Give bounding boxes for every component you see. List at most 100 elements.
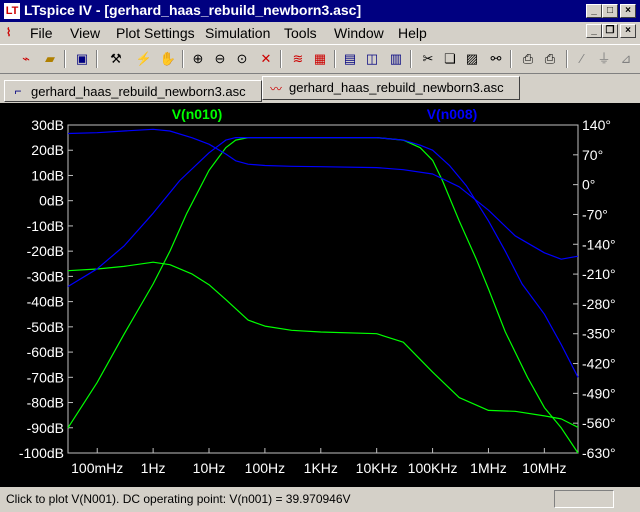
menu-plot-settings[interactable]: Plot Settings xyxy=(116,25,195,41)
menu-help[interactable]: Help xyxy=(398,25,427,41)
tab-label: gerhard_haas_rebuild_newborn3.asc xyxy=(31,84,246,99)
y2-tick-label: 70° xyxy=(582,147,603,163)
document-icon[interactable]: ⌇ xyxy=(6,26,22,40)
cut-icon[interactable]: ✂ xyxy=(418,49,438,69)
status-text: Click to plot V(N001). DC operating poin… xyxy=(6,492,351,506)
status-panel xyxy=(554,490,614,508)
plot-background xyxy=(0,103,640,487)
close-button[interactable]: × xyxy=(620,4,636,18)
x-tick-label: 1KHz xyxy=(304,460,338,476)
y-tick-label: 30dB xyxy=(31,117,64,133)
maximize-button[interactable]: □ xyxy=(602,4,618,18)
x-tick-label: 1MHz xyxy=(470,460,507,476)
find-icon[interactable]: ⚯ xyxy=(486,49,506,69)
zoom-extents-icon[interactable]: ✕ xyxy=(256,49,276,69)
y-tick-label: -40dB xyxy=(27,294,64,310)
halt-icon[interactable]: ✋ xyxy=(158,49,178,69)
paste-icon[interactable]: ▨ xyxy=(462,49,482,69)
y2-tick-label: -490° xyxy=(582,385,616,401)
menu-simulation[interactable]: Simulation xyxy=(205,25,270,41)
draw-wire-icon[interactable]: ∕ xyxy=(572,49,592,69)
run-icon[interactable]: ⚡ xyxy=(134,49,154,69)
cascade-icon[interactable]: ◫ xyxy=(362,49,382,69)
menu-file[interactable]: File xyxy=(30,25,53,41)
waveform-icon: 〰 xyxy=(269,82,282,96)
doc-close-button[interactable]: × xyxy=(620,24,636,38)
y2-tick-label: -350° xyxy=(582,326,616,342)
y-tick-label: -30dB xyxy=(27,268,64,284)
y-tick-label: -100dB xyxy=(19,445,64,461)
zoom-in-icon[interactable]: ⊕ xyxy=(188,49,208,69)
y2-tick-label: -420° xyxy=(582,356,616,372)
toolbar-separator xyxy=(334,50,336,68)
toolbar-separator xyxy=(410,50,412,68)
y2-tick-label: -630° xyxy=(582,445,616,461)
ground-icon[interactable]: ⏚ xyxy=(594,49,614,69)
trace-label-vn008[interactable]: V(n008) xyxy=(427,106,478,122)
menu-tools[interactable]: Tools xyxy=(284,25,317,41)
document-tabs: ⌐ gerhard_haas_rebuild_newborn3.asc 〰 ge… xyxy=(0,76,640,102)
copy-icon[interactable]: ❏ xyxy=(440,49,460,69)
menu-bar: ⌇ File View Plot Settings Simulation Too… xyxy=(0,22,640,44)
y-tick-label: -10dB xyxy=(27,218,64,234)
menu-view[interactable]: View xyxy=(70,25,100,41)
print-icon[interactable]: ⎙ xyxy=(540,49,560,69)
autorange-icon[interactable]: ≋ xyxy=(288,49,308,69)
y-tick-label: -20dB xyxy=(27,243,64,259)
label-net-icon[interactable]: ⊿ xyxy=(616,49,636,69)
x-tick-label: 100mHz xyxy=(71,460,123,476)
tile-vertical-icon[interactable]: ▥ xyxy=(386,49,406,69)
doc-restore-button[interactable]: ❐ xyxy=(602,24,618,38)
y-tick-label: 10dB xyxy=(31,167,64,183)
y2-tick-label: -70° xyxy=(582,206,608,222)
waveform-viewer[interactable]: V(n010) V(n008) 100mHz 1Hz 10Hz 100Hz 1KHz 10K… xyxy=(0,103,640,487)
save-icon[interactable]: ▣ xyxy=(72,49,92,69)
status-bar: Click to plot V(N001). DC operating poin… xyxy=(0,488,640,512)
y-tick-label: 20dB xyxy=(31,142,64,158)
toolbar-separator xyxy=(96,50,98,68)
tile-horizontal-icon[interactable]: ▤ xyxy=(340,49,360,69)
zoom-out-icon[interactable]: ⊖ xyxy=(210,49,230,69)
schematic-icon: ⌐ xyxy=(14,84,22,98)
tab-schematic[interactable]: ⌐ gerhard_haas_rebuild_newborn3.asc xyxy=(4,80,262,102)
zoom-back-icon[interactable]: ⊙ xyxy=(232,49,252,69)
toolbar-separator xyxy=(182,50,184,68)
y2-tick-label: -560° xyxy=(582,415,616,431)
toolbar-separator xyxy=(280,50,282,68)
x-tick-label: 1Hz xyxy=(141,460,166,476)
y-tick-label: -90dB xyxy=(27,420,64,436)
y2-tick-label: -210° xyxy=(582,266,616,282)
x-tick-label: 100KHz xyxy=(408,460,458,476)
menu-window[interactable]: Window xyxy=(334,25,384,41)
y-tick-label: 0dB xyxy=(39,193,64,209)
minimize-button[interactable]: _ xyxy=(586,4,602,18)
window-title: LTspice IV - [gerhard_haas_rebuild_newbo… xyxy=(24,2,362,18)
title-bar: LT LTspice IV - [gerhard_haas_rebuild_ne… xyxy=(0,0,640,22)
open-icon[interactable]: ▰ xyxy=(40,49,60,69)
new-schematic-icon[interactable]: ⌁ xyxy=(16,49,36,69)
y-tick-label: -80dB xyxy=(27,395,64,411)
tab-label: gerhard_haas_rebuild_newborn3.asc xyxy=(289,80,504,95)
toolbar: ⌁ ▰ ▣ ⚒ ⚡ ✋ ⊕ ⊖ ⊙ ✕ ≋ ▦ ▤ ◫ ▥ ✂ ❏ ▨ ⚯ ⎙ … xyxy=(0,44,640,74)
x-tick-label: 10MHz xyxy=(522,460,566,476)
toolbar-separator xyxy=(510,50,512,68)
y2-tick-label: 140° xyxy=(582,117,611,133)
trace-label-vn010[interactable]: V(n010) xyxy=(172,106,223,122)
y2-tick-label: -280° xyxy=(582,296,616,312)
grid-icon[interactable]: ▦ xyxy=(310,49,330,69)
y2-tick-label: 0° xyxy=(582,177,595,193)
x-tick-label: 10Hz xyxy=(193,460,226,476)
toolbar-separator xyxy=(64,50,66,68)
control-panel-icon[interactable]: ⚒ xyxy=(106,49,126,69)
ltspice-logo-icon[interactable]: LT xyxy=(4,3,20,19)
doc-minimize-button[interactable]: _ xyxy=(586,24,602,38)
x-tick-label: 100Hz xyxy=(245,460,285,476)
toolbar-separator xyxy=(566,50,568,68)
y2-tick-label: -140° xyxy=(582,236,616,252)
bode-plot[interactable]: V(n010) V(n008) 100mHz 1Hz 10Hz 100Hz 1KHz 10K… xyxy=(0,103,640,487)
y-tick-label: -60dB xyxy=(27,344,64,360)
y-tick-label: -70dB xyxy=(27,369,64,385)
y-tick-label: -50dB xyxy=(27,319,64,335)
tab-waveform[interactable]: 〰 gerhard_haas_rebuild_newborn3.asc xyxy=(262,76,520,100)
print-setup-icon[interactable]: ⎙ xyxy=(518,49,538,69)
